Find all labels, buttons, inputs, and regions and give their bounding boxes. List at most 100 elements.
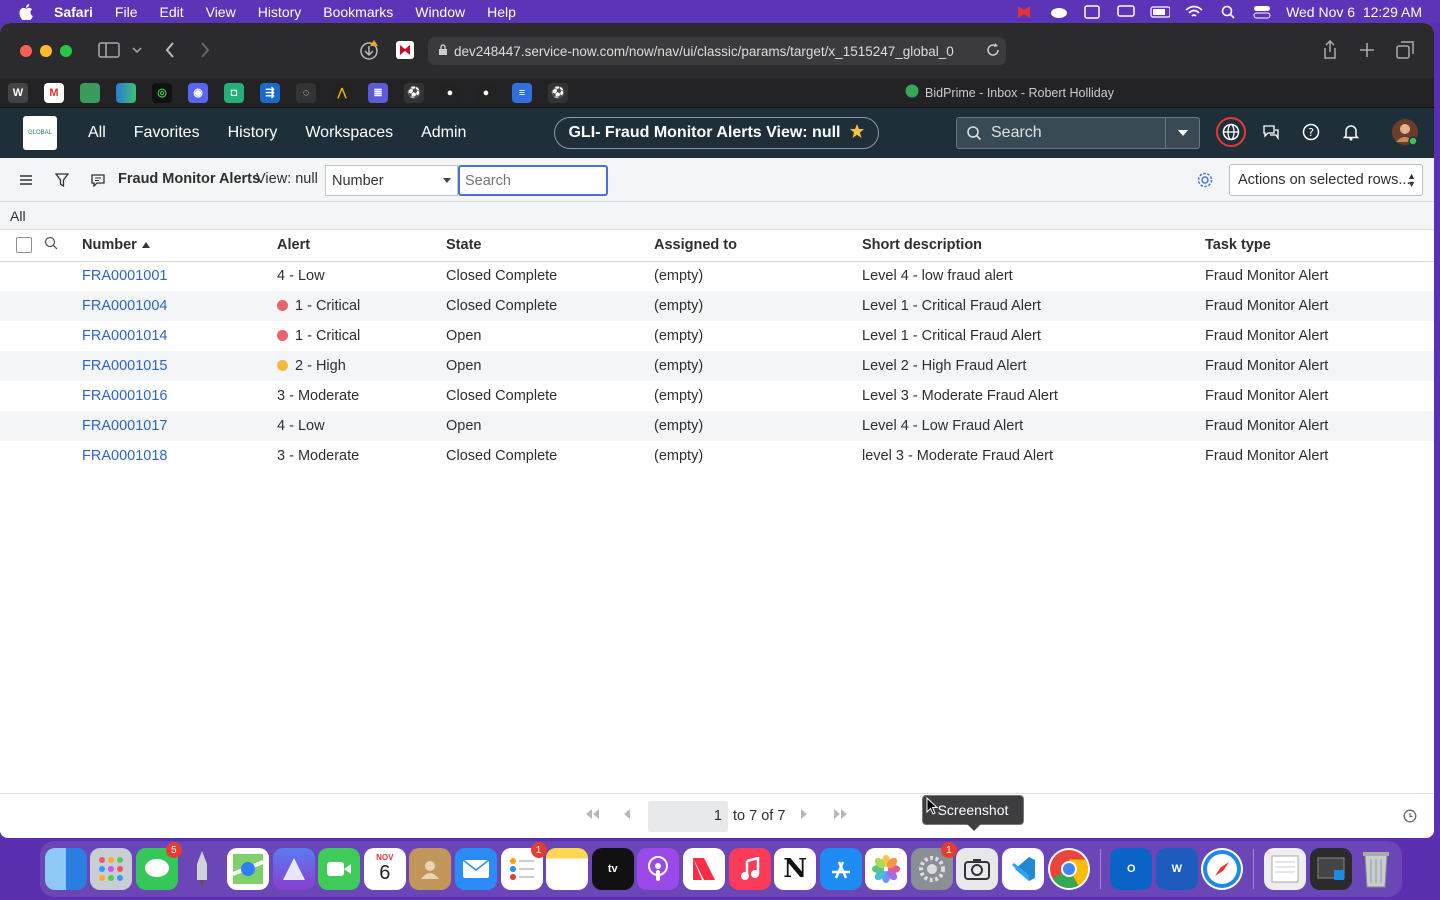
- nav-favorites[interactable]: Favorites: [134, 124, 200, 142]
- column-header-task-type[interactable]: Task type: [1205, 230, 1434, 262]
- bookmark-docs-icon[interactable]: ≡: [512, 82, 532, 103]
- forward-button-icon[interactable]: [192, 38, 218, 62]
- record-number-link[interactable]: FRA0001004: [82, 298, 167, 314]
- favorite-star-icon[interactable]: [849, 123, 865, 144]
- menu-app-safari[interactable]: Safari: [54, 4, 104, 20]
- menu-edit[interactable]: Edit: [148, 4, 194, 20]
- column-header-alert[interactable]: Alert: [277, 230, 446, 262]
- messages-icon[interactable]: 5: [135, 842, 182, 890]
- bookmark-github-2-icon[interactable]: ●: [476, 82, 496, 103]
- context-title-pill[interactable]: GLI- Fraud Monitor Alerts View: null: [554, 117, 879, 149]
- facetime-icon[interactable]: [318, 848, 361, 890]
- battery-icon[interactable]: [1150, 4, 1171, 20]
- close-window-button[interactable]: [20, 44, 32, 57]
- mcafee-extension-icon[interactable]: [392, 38, 418, 62]
- new-tab-icon[interactable]: [1354, 38, 1380, 62]
- nav-history[interactable]: History: [228, 124, 278, 142]
- vscode-icon[interactable]: [1002, 848, 1045, 890]
- downloads-stack-icon[interactable]: [1309, 848, 1352, 890]
- menubar-clock[interactable]: Wed Nov 6 12:29 AM: [1286, 4, 1422, 20]
- share-icon[interactable]: [1317, 38, 1343, 62]
- menu-window[interactable]: Window: [404, 4, 476, 20]
- downloads-icon[interactable]: [356, 38, 382, 62]
- nav-all[interactable]: All: [88, 124, 106, 142]
- record-number-link[interactable]: FRA0001001: [82, 268, 167, 284]
- bookmark-blue-app-icon[interactable]: ⇶: [260, 82, 280, 103]
- bookmark-circle-icon[interactable]: ◌: [296, 82, 316, 103]
- mcafee-icon[interactable]: [1014, 4, 1034, 20]
- table-row[interactable]: FRA0001014 1 - Critical Open (empty) Level 1…: [0, 321, 1434, 351]
- launchpad-icon[interactable]: [90, 848, 133, 890]
- apple-tv-icon[interactable]: tv: [591, 848, 634, 890]
- photos-icon[interactable]: [865, 848, 908, 890]
- record-number-link[interactable]: FRA0001016: [82, 388, 167, 404]
- notes-icon[interactable]: [546, 848, 589, 890]
- apple-menu-icon[interactable]: [16, 2, 36, 22]
- help-icon[interactable]: ?: [1296, 117, 1326, 147]
- back-button-icon[interactable]: [157, 38, 183, 62]
- column-header-state[interactable]: State: [446, 230, 654, 262]
- notion-icon[interactable]: N: [774, 848, 817, 890]
- search-scope-dropdown[interactable]: [1165, 118, 1199, 148]
- podcasts-icon[interactable]: [637, 848, 680, 890]
- user-avatar[interactable]: [1390, 117, 1420, 147]
- minimize-window-button[interactable]: [40, 44, 52, 57]
- screen-mirroring-icon[interactable]: [1116, 4, 1136, 20]
- menu-bookmarks[interactable]: Bookmarks: [312, 4, 404, 20]
- menu-help[interactable]: Help: [476, 4, 527, 20]
- table-row[interactable]: FRA0001018 3 - Moderate Closed Complete (em…: [0, 441, 1434, 471]
- comment-icon[interactable]: [88, 170, 108, 190]
- record-number-link[interactable]: FRA0001017: [82, 418, 167, 434]
- system-settings-icon[interactable]: 1: [910, 842, 957, 890]
- table-row[interactable]: FRA0001017 4 - Low Open (empty) Level 4 - Lo…: [0, 411, 1434, 441]
- reload-icon[interactable]: [986, 43, 1000, 60]
- bookmark-soccer-2-icon[interactable]: ⚽: [548, 82, 568, 103]
- record-number-link[interactable]: FRA0001018: [82, 448, 167, 464]
- table-row[interactable]: FRA0001001 4 - Low Closed Complete (empty) L…: [0, 261, 1434, 291]
- zoom-window-button[interactable]: [60, 44, 72, 57]
- column-header-short-description[interactable]: Short description: [862, 230, 1205, 262]
- nav-workspaces[interactable]: Workspaces: [305, 124, 393, 142]
- onedrive-icon[interactable]: [1048, 4, 1068, 20]
- column-header-assigned-to[interactable]: Assigned to: [654, 230, 862, 262]
- bookmark-discord-icon[interactable]: ◉: [188, 82, 208, 103]
- global-search[interactable]: Search: [956, 117, 1200, 149]
- scope-globe-icon[interactable]: [1216, 117, 1246, 147]
- record-number-link[interactable]: FRA0001014: [82, 328, 167, 344]
- outlook-icon[interactable]: O: [1110, 848, 1153, 890]
- menu-file[interactable]: File: [104, 4, 149, 20]
- record-number-link[interactable]: FRA0001015: [82, 358, 167, 374]
- bookmark-soccer-icon[interactable]: ⚽: [404, 82, 424, 103]
- safari-icon[interactable]: [1201, 848, 1244, 890]
- first-page-icon[interactable]: [584, 808, 600, 823]
- menu-history[interactable]: History: [247, 4, 313, 20]
- outlook-status-icon[interactable]: [1082, 4, 1102, 20]
- address-bar[interactable]: dev248447.service-now.com/now/nav/ui/cla…: [428, 37, 1006, 65]
- xlsx-file-icon[interactable]: [1264, 848, 1307, 890]
- music-icon[interactable]: [728, 848, 771, 890]
- company-logo[interactable]: GLOBAL: [23, 116, 57, 150]
- sidebar-toggle-icon[interactable]: [96, 38, 122, 62]
- column-header-number[interactable]: Number: [82, 230, 277, 262]
- search-field-select[interactable]: Number: [325, 165, 458, 196]
- nav-admin[interactable]: Admin: [421, 124, 466, 142]
- mail-icon[interactable]: [454, 848, 497, 890]
- control-center-icon[interactable]: [1252, 4, 1272, 20]
- bookmark-list-icon[interactable]: ≣: [368, 82, 388, 103]
- rocket-app-icon[interactable]: [181, 848, 223, 890]
- active-tab-title[interactable]: BidPrime - Inbox - Robert Holliday: [905, 84, 1114, 101]
- previous-page-icon[interactable]: [623, 808, 631, 823]
- select-all-checkbox[interactable]: [16, 237, 32, 254]
- last-page-icon[interactable]: [833, 808, 849, 823]
- chrome-icon[interactable]: [1047, 848, 1090, 890]
- notifications-bell-icon[interactable]: [1336, 117, 1366, 147]
- contacts-icon[interactable]: [409, 848, 452, 890]
- list-menu-icon[interactable]: [16, 170, 36, 190]
- chat-icon[interactable]: [1256, 117, 1286, 147]
- bookmark-w-icon[interactable]: W: [8, 82, 28, 103]
- prism-app-icon[interactable]: [272, 848, 315, 890]
- filter-icon[interactable]: [52, 170, 72, 190]
- table-row[interactable]: FRA0001004 1 - Critical Closed Complete (em…: [0, 291, 1434, 321]
- reminders-icon[interactable]: 1: [500, 842, 547, 890]
- calendar-icon[interactable]: NOV 6: [363, 848, 406, 890]
